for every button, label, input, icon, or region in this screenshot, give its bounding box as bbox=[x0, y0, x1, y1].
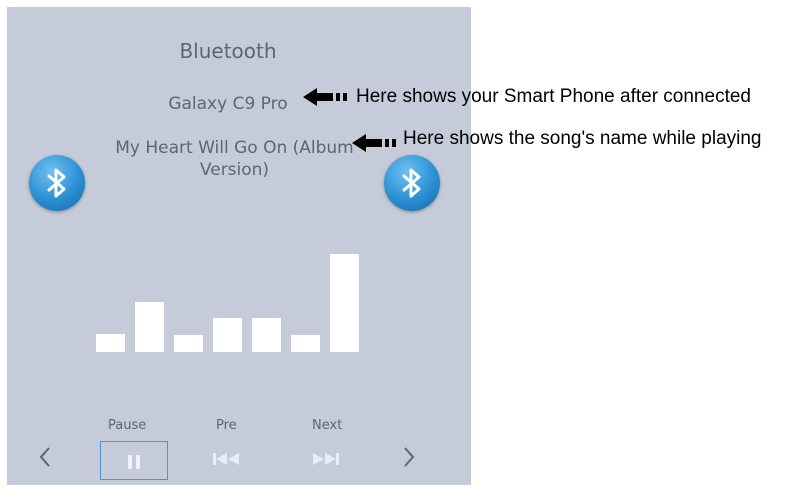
song-title: My Heart Will Go On (Album Version) bbox=[115, 138, 354, 180]
screen-title: Bluetooth bbox=[179, 39, 277, 63]
song-annotation: Here shows the song's name while playing bbox=[403, 128, 762, 149]
next-button[interactable] bbox=[311, 450, 341, 473]
chevron-left-icon[interactable] bbox=[38, 445, 52, 474]
device-annotation: Here shows your Smart Phone after connec… bbox=[356, 86, 751, 107]
equalizer-bar bbox=[213, 318, 242, 352]
equalizer-bar bbox=[174, 335, 203, 352]
equalizer-bar bbox=[252, 318, 281, 352]
next-label: Next bbox=[312, 418, 343, 433]
equalizer-bar bbox=[330, 254, 359, 352]
previous-button[interactable] bbox=[212, 450, 242, 473]
bluetooth-screen: Bluetooth Galaxy C9 Pro My Heart Will Go… bbox=[7, 7, 471, 485]
pause-button[interactable] bbox=[100, 441, 168, 480]
arrow-left-icon bbox=[352, 134, 396, 152]
equalizer-bar bbox=[96, 334, 125, 352]
arrow-left-icon bbox=[303, 88, 347, 106]
pause-label: Pause bbox=[108, 418, 147, 433]
skip-next-icon bbox=[313, 453, 339, 465]
chevron-right-icon[interactable] bbox=[402, 445, 416, 474]
skip-previous-icon bbox=[213, 453, 239, 465]
bluetooth-icon bbox=[384, 155, 440, 211]
equalizer-bar bbox=[135, 302, 164, 352]
pre-label: Pre bbox=[216, 418, 237, 433]
equalizer-bar bbox=[291, 335, 320, 352]
bluetooth-icon bbox=[29, 155, 85, 211]
